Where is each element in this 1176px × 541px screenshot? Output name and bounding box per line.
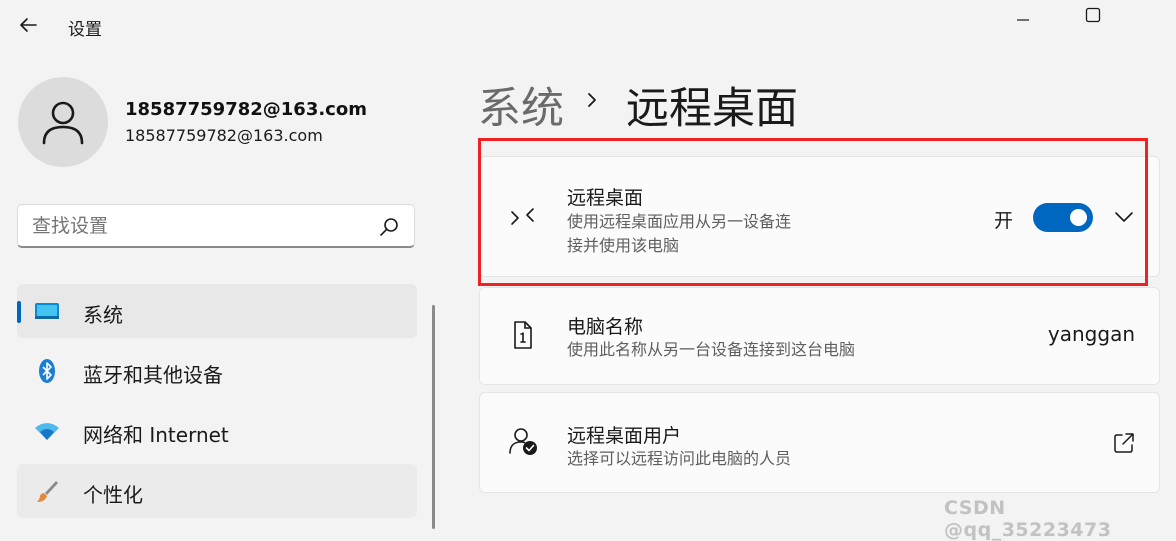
sidebar-scrollbar[interactable] (432, 305, 435, 529)
sidebar-item-bluetooth[interactable]: 蓝牙和其他设备 (17, 344, 417, 398)
breadcrumb-chevron-icon (588, 93, 596, 107)
back-button[interactable] (10, 8, 46, 42)
highlight-annotation (478, 138, 1148, 286)
maximize-icon (1085, 7, 1101, 23)
sidebar-item-personalization[interactable]: 个性化 (17, 464, 417, 518)
search-input[interactable] (32, 215, 352, 237)
maximize-button[interactable] (1068, 0, 1118, 30)
account-email: 18587759782@163.com (125, 126, 323, 145)
pc-name-card[interactable]: 电脑名称 使用此名称从另一台设备连接到这台电脑 yanggan (479, 287, 1160, 385)
system-display-icon (35, 303, 59, 319)
pc-name-title: 电脑名称 (567, 316, 644, 338)
pc-name-value: yanggan (1047, 322, 1135, 346)
sidebar-item-label: 蓝牙和其他设备 (83, 363, 223, 387)
sidebar-item-label: 个性化 (83, 483, 143, 507)
search-box[interactable] (17, 204, 415, 248)
page-title: 远程桌面 (626, 84, 798, 134)
remote-users-title: 远程桌面用户 (567, 425, 682, 447)
pc-name-description: 使用此名称从另一台设备连接到这台电脑 (567, 340, 856, 359)
minimize-button[interactable] (998, 0, 1048, 30)
remote-users-description: 选择可以远程访问此电脑的人员 (567, 449, 792, 468)
remote-users-card[interactable]: 远程桌面用户 选择可以远程访问此电脑的人员 (479, 392, 1160, 493)
breadcrumb-parent[interactable]: 系统 (478, 74, 564, 136)
bluetooth-icon (39, 359, 55, 383)
sidebar-item-system[interactable]: 系统 (17, 284, 417, 338)
watermark: CSDN @qq_35223473 (944, 497, 1112, 541)
user-check-icon (509, 428, 537, 455)
sidebar-item-label: 系统 (83, 303, 123, 327)
user-icon (42, 101, 84, 145)
account-name: 18587759782@163.com (125, 99, 367, 120)
back-arrow-icon (20, 18, 37, 32)
wifi-icon (35, 423, 59, 440)
open-external-icon[interactable] (1113, 432, 1135, 454)
search-icon[interactable] (378, 216, 400, 238)
app-title: 设置 (68, 20, 102, 40)
active-indicator (17, 301, 21, 323)
sidebar-item-label: 网络和 Internet (83, 423, 229, 447)
pc-info-icon (514, 321, 532, 349)
minimize-icon (1017, 19, 1029, 21)
sidebar-item-network[interactable]: 网络和 Internet (17, 404, 417, 458)
brush-icon (37, 481, 58, 502)
avatar[interactable] (18, 77, 108, 167)
